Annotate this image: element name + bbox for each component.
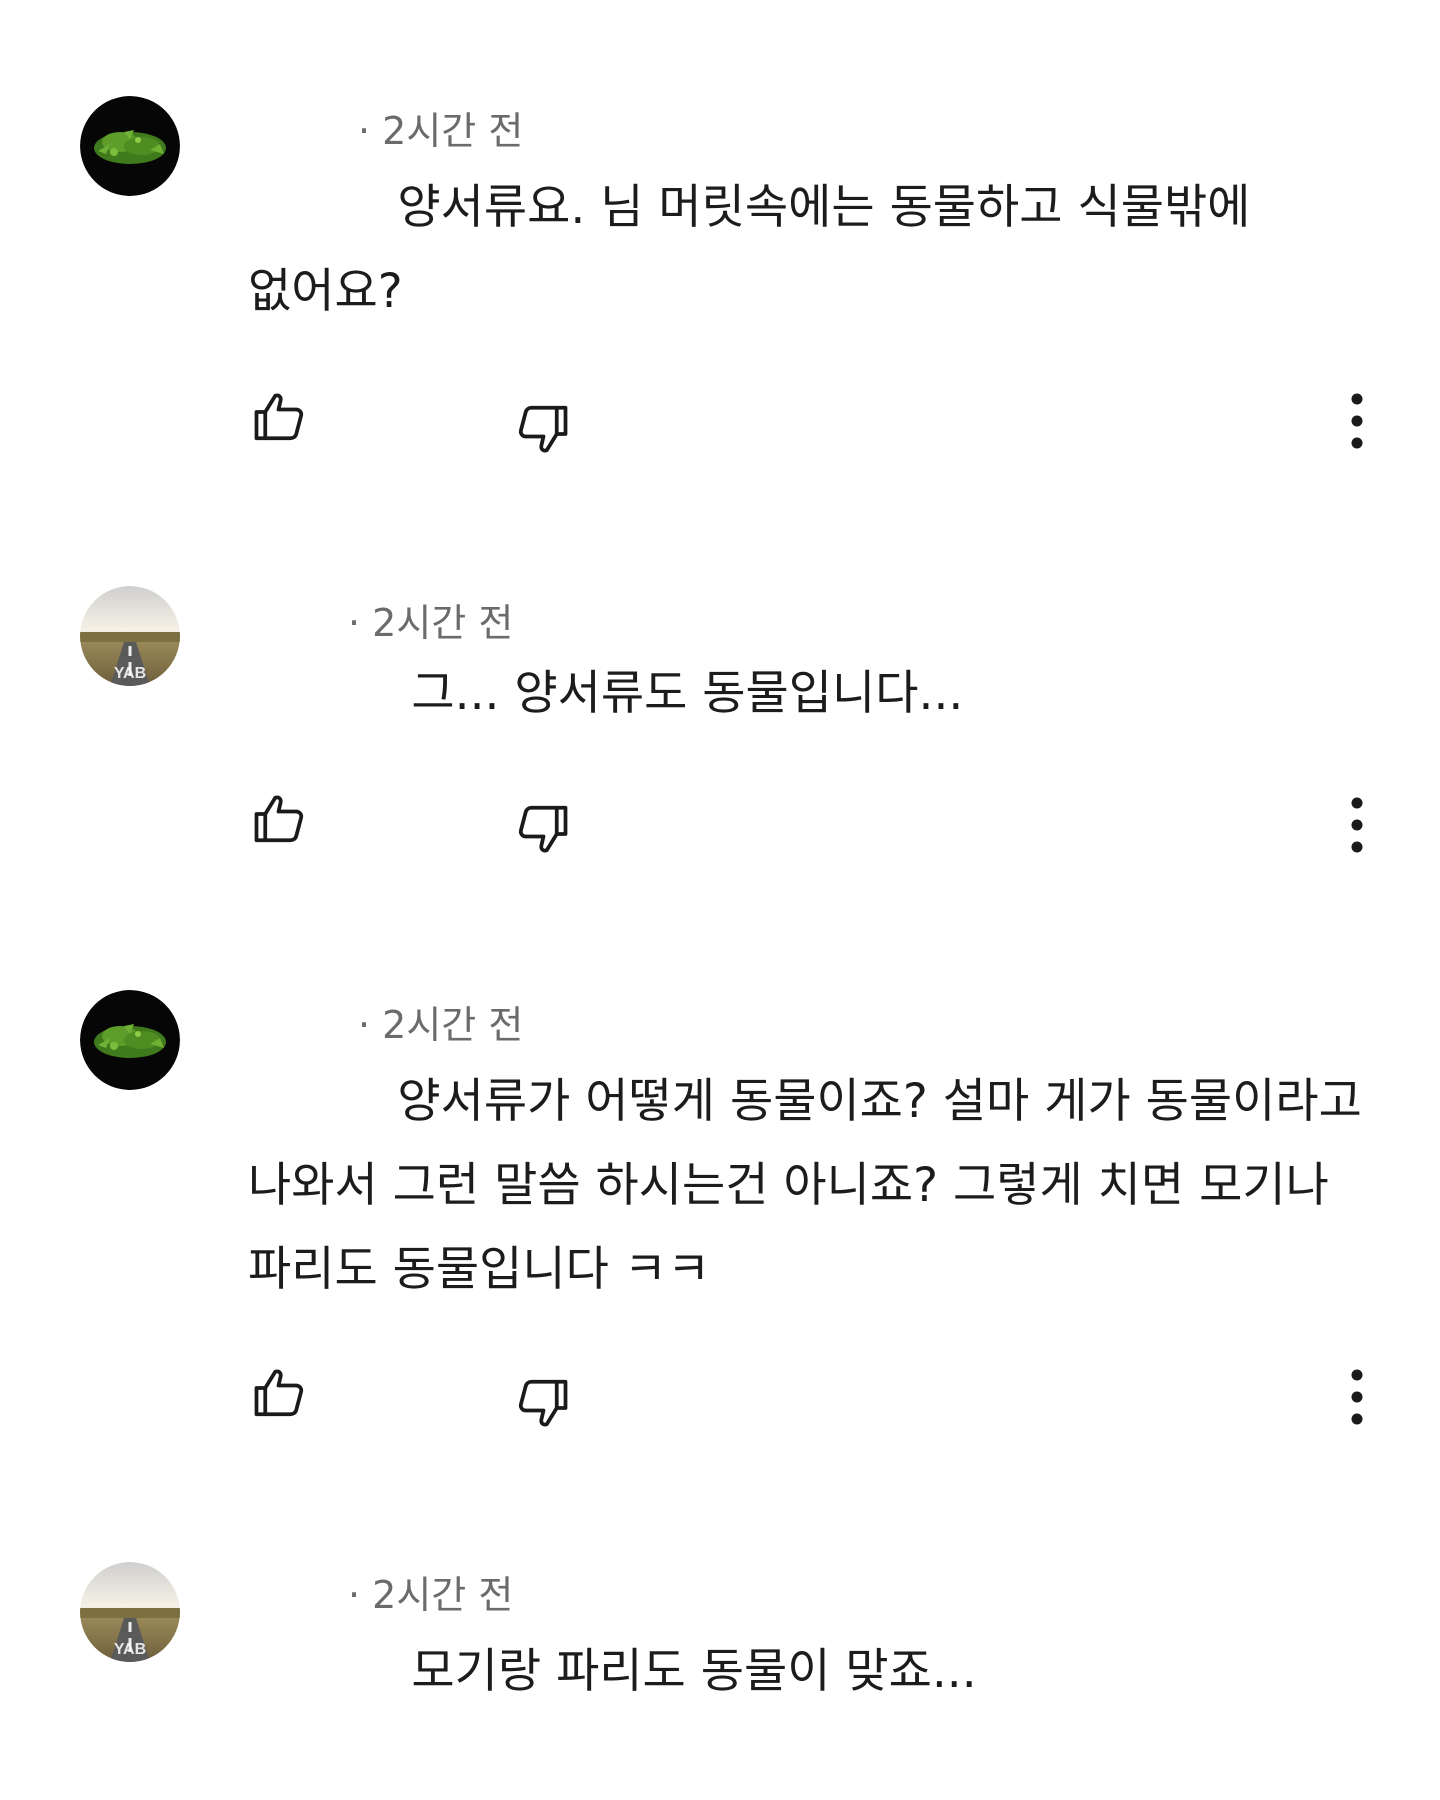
svg-text:YAB: YAB <box>114 1641 146 1658</box>
comment-text: 그... 양서류도 동물입니다... <box>262 666 964 721</box>
avatar[interactable] <box>80 96 180 196</box>
thumbs-down-icon <box>518 405 568 453</box>
more-vertical-icon <box>1351 1369 1363 1425</box>
svg-text:YAB: YAB <box>114 665 146 682</box>
like-button[interactable] <box>246 1360 312 1426</box>
avatar[interactable] <box>80 990 180 1090</box>
more-options-button[interactable] <box>1332 386 1382 456</box>
plant-avatar-image <box>80 990 180 1090</box>
thumbs-up-icon <box>254 1369 304 1417</box>
plant-avatar-image <box>80 96 180 196</box>
thumbs-down-icon <box>518 1379 568 1427</box>
comment-timestamp: · 2시간 전 <box>348 601 514 645</box>
more-options-button[interactable] <box>1332 1362 1382 1432</box>
road-avatar-image: YAB <box>80 586 180 686</box>
like-button[interactable] <box>246 384 312 450</box>
like-button[interactable] <box>246 786 312 852</box>
dislike-button[interactable] <box>510 1370 576 1436</box>
more-options-button[interactable] <box>1332 790 1382 860</box>
dislike-button[interactable] <box>510 796 576 862</box>
comment-text: 양서류가 어떻게 동물이죠? 설마 게가 동물이라고 나와서 그런 말씀 하시는… <box>248 1074 1362 1297</box>
more-vertical-icon <box>1351 797 1363 853</box>
thumbs-up-icon <box>254 393 304 441</box>
comment-text: 양서류요. 님 머릿속에는 동물하고 식물밖에 없어요? <box>248 180 1251 319</box>
comment-timestamp: · 2시간 전 <box>358 1003 524 1047</box>
comment-timestamp: · 2시간 전 <box>358 109 524 153</box>
comment-text: 모기랑 파리도 동물이 맞죠... <box>262 1644 977 1699</box>
more-vertical-icon <box>1351 393 1363 449</box>
road-avatar-image: YAB <box>80 1562 180 1662</box>
comment-list: · 2시간 전 양서류요. 님 머릿속에는 동물하고 식물밖에 없어요? YAB… <box>0 0 1440 1800</box>
comment-timestamp: · 2시간 전 <box>348 1573 514 1617</box>
thumbs-up-icon <box>254 795 304 843</box>
avatar[interactable]: YAB <box>80 586 180 686</box>
thumbs-down-icon <box>518 805 568 853</box>
dislike-button[interactable] <box>510 396 576 462</box>
avatar[interactable]: YAB <box>80 1562 180 1662</box>
